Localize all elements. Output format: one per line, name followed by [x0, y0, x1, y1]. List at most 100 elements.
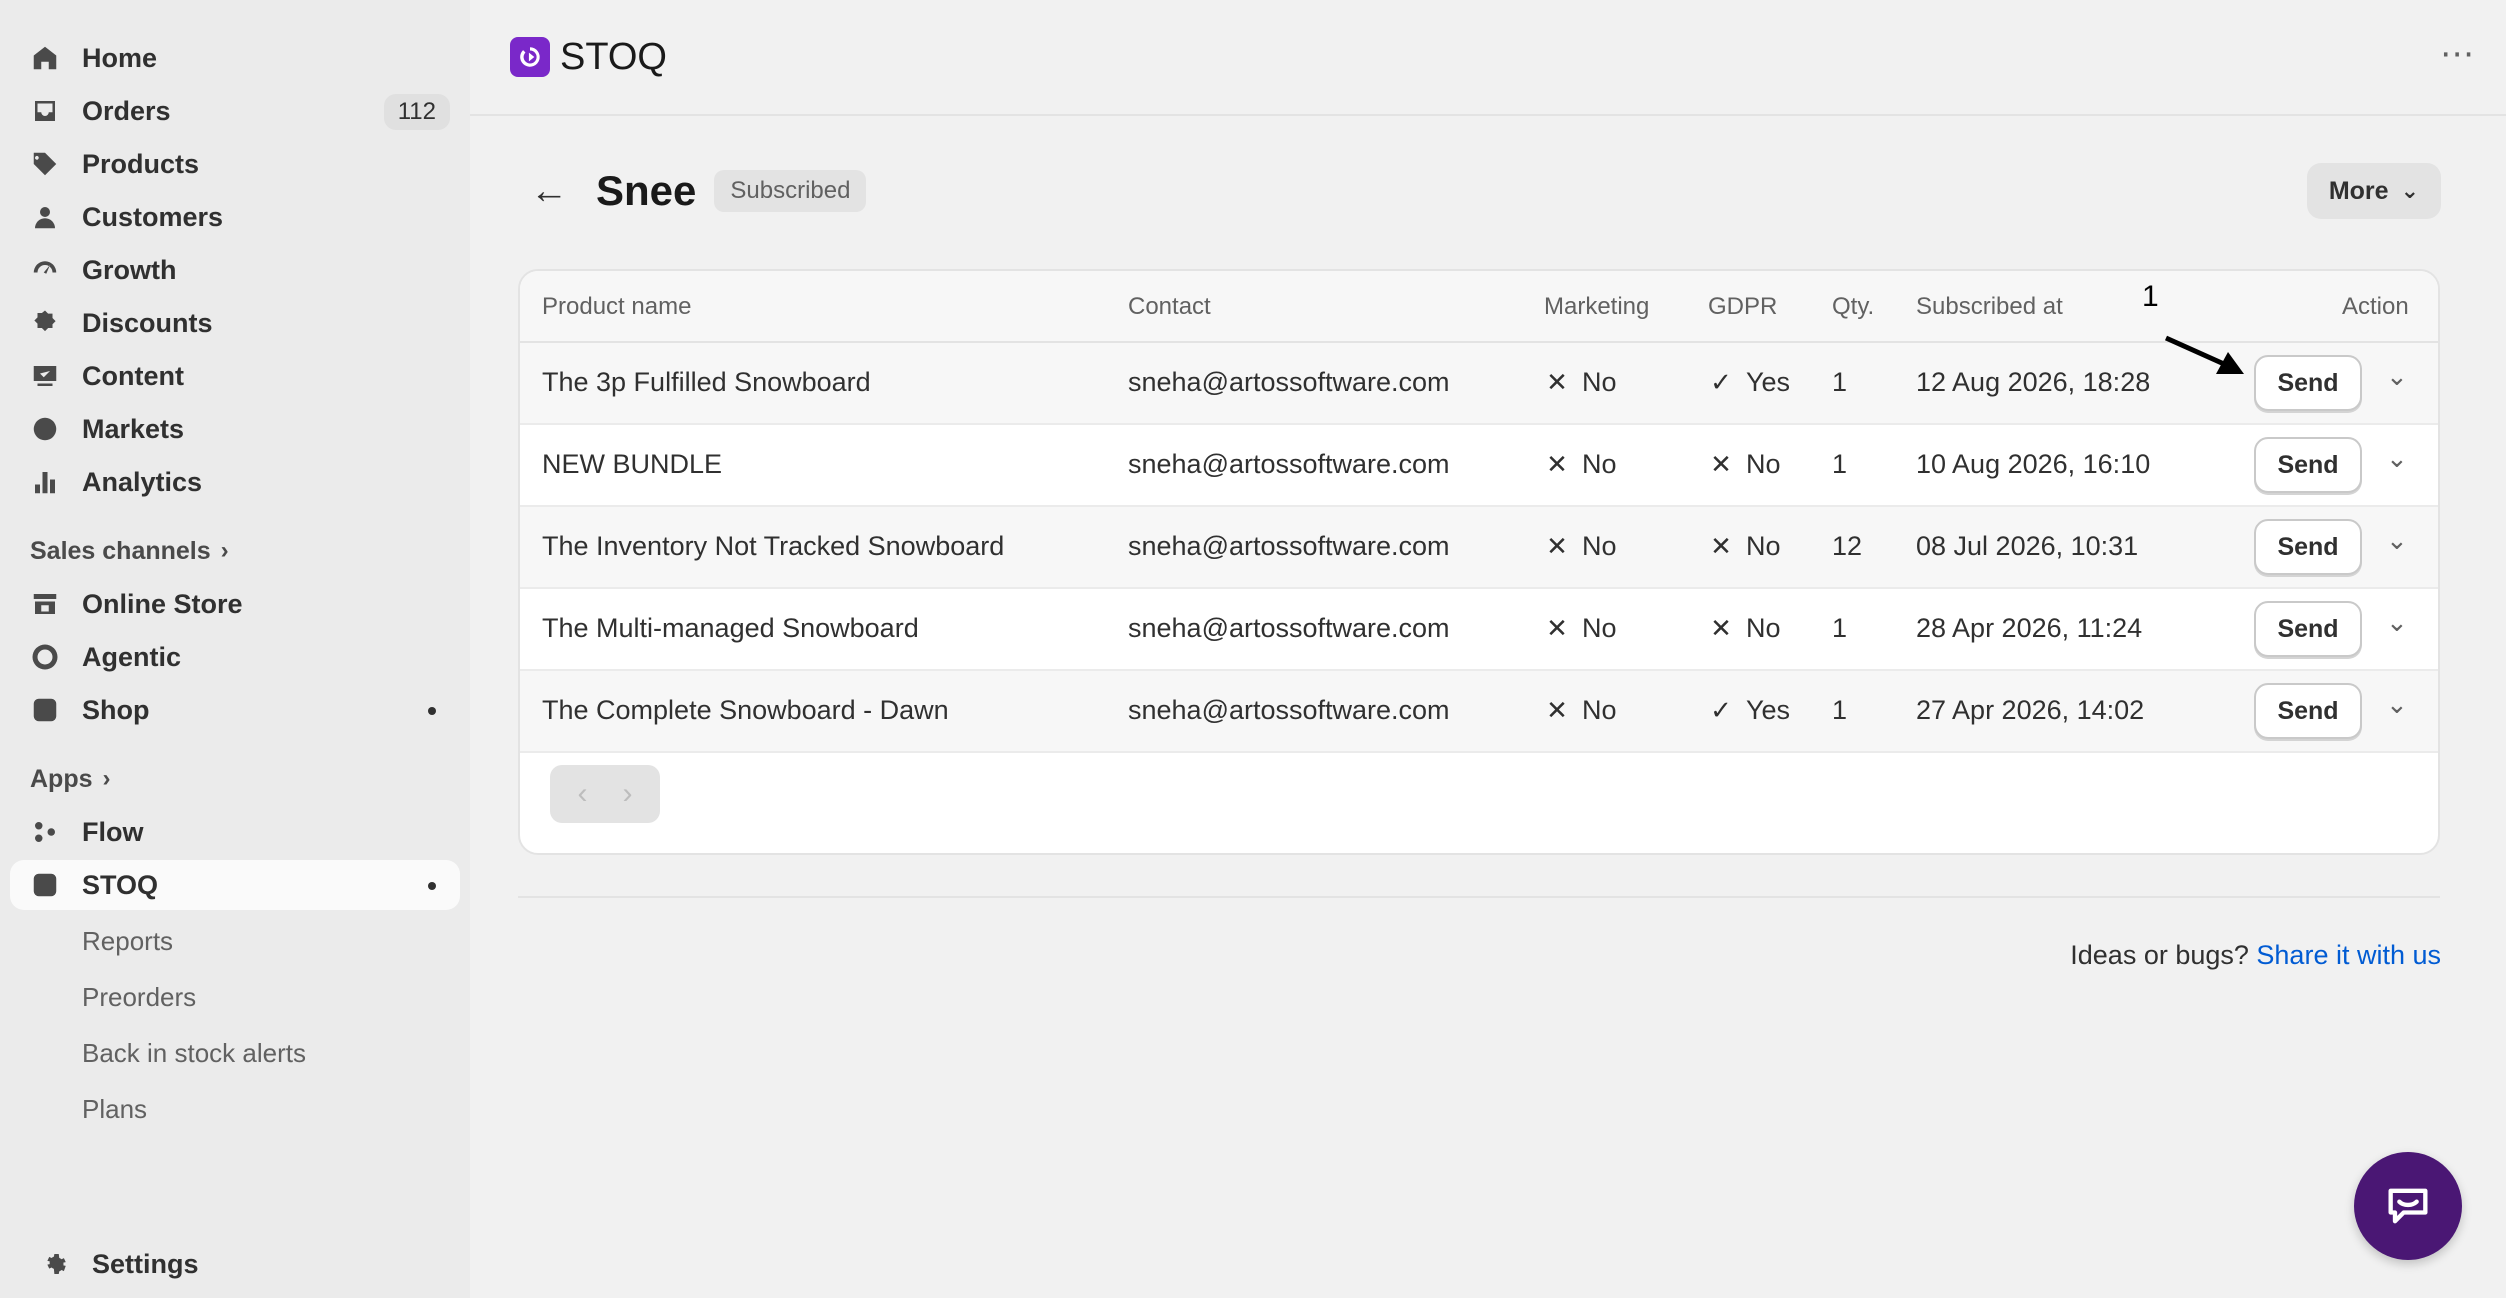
chat-button[interactable] — [2354, 1152, 2462, 1260]
orders-count-badge: 112 — [383, 94, 450, 130]
send-button[interactable]: Send — [2254, 601, 2362, 657]
page-title: Snee — [596, 167, 697, 214]
chevron-down-icon[interactable]: ⌄ — [2386, 525, 2408, 556]
chat-icon — [2388, 1188, 2428, 1224]
gdpr-cell: ✓ Yes — [1708, 695, 1790, 726]
sidebar-item-home[interactable]: Home — [10, 33, 460, 83]
sidebar-item-label: Markets — [82, 413, 185, 444]
marketing-cell-text: No — [1582, 449, 1617, 479]
store-icon — [30, 589, 60, 619]
sidebar-item-products[interactable]: Products — [10, 139, 460, 189]
marketing-cell: ✕ No — [1544, 695, 1617, 726]
sidebar-subitem-plans[interactable]: Plans — [0, 1081, 470, 1137]
column-header-contact: Contact — [1128, 293, 1211, 320]
sidebar-item-markets[interactable]: Markets — [10, 404, 460, 454]
sidebar-item-label: Discounts — [82, 307, 213, 338]
marketing-cell: ✕ No — [1544, 449, 1617, 480]
divider — [518, 896, 2440, 898]
chevron-down-icon[interactable]: ⌄ — [2386, 607, 2408, 638]
sidebar-item-shop[interactable]: Shop — [10, 685, 460, 735]
back-arrow-icon[interactable]: ← — [530, 170, 568, 213]
more-actions-icon[interactable]: ⋯ — [2440, 37, 2476, 71]
gear-icon — [40, 1249, 70, 1279]
apps-header[interactable]: Apps › — [0, 757, 470, 801]
chevron-down-icon[interactable]: ⌄ — [2386, 689, 2408, 720]
share-feedback-link[interactable]: Share it with us — [2256, 940, 2441, 970]
gdpr-cell: ✕ No — [1708, 449, 1781, 480]
sidebar-item-agentic[interactable]: Agentic — [10, 632, 460, 682]
sidebar-subitem-reports[interactable]: Reports — [0, 913, 470, 969]
pinned-dot-icon — [428, 707, 436, 715]
subscribed-at-cell: 27 Apr 2026, 14:02 — [1916, 695, 2145, 725]
status-badge: Subscribed — [714, 170, 867, 212]
next-page-button[interactable]: › — [623, 777, 633, 811]
qty-cell: 12 — [1832, 531, 1863, 561]
sales-channels-nav: Online Store Agentic Shop — [0, 579, 470, 735]
contact-cell: sneha@artossoftware.com — [1128, 531, 1450, 561]
subscribed-at-cell: 12 Aug 2026, 18:28 — [1916, 367, 2151, 397]
sidebar-item-customers[interactable]: Customers — [10, 192, 460, 242]
sidebar-item-label: Orders — [82, 95, 171, 126]
gdpr-cell: ✓ Yes — [1708, 367, 1790, 398]
contact-cell: sneha@artossoftware.com — [1128, 695, 1450, 725]
sidebar-item-label: Growth — [82, 254, 177, 285]
column-header-gdpr: GDPR — [1708, 293, 1778, 320]
sidebar-item-content[interactable]: Content — [10, 351, 460, 401]
qty-cell: 1 — [1832, 449, 1848, 479]
qty-cell: 1 — [1832, 367, 1848, 397]
send-button[interactable]: Send — [2254, 355, 2362, 411]
gdpr-cell-text: Yes — [1746, 695, 1791, 725]
sales-channels-header[interactable]: Sales channels › — [0, 529, 470, 573]
feedback-note: Ideas or bugs? Share it with us — [2070, 940, 2441, 971]
sidebar-item-flow[interactable]: Flow — [10, 807, 460, 857]
check-icon: ✓ — [1710, 695, 1732, 725]
send-button[interactable]: Send — [2254, 437, 2362, 493]
marketing-cell: ✕ No — [1544, 531, 1616, 562]
product-name-cell: NEW BUNDLE — [542, 449, 723, 479]
gdpr-cell: ✕ No — [1708, 531, 1780, 562]
gdpr-cell-text: Yes — [1746, 367, 1791, 397]
sidebar-item-online-store[interactable]: Online Store — [10, 579, 460, 629]
sidebar-item-discounts[interactable]: Discounts — [10, 298, 460, 348]
sidebar-item-label: Home — [82, 42, 158, 73]
chevron-down-icon: ⌄ — [2400, 178, 2419, 203]
tag-icon — [30, 149, 60, 179]
feedback-prompt: Ideas or bugs? — [2070, 940, 2249, 970]
pinned-dot-icon — [428, 882, 436, 890]
sidebar-item-label: Analytics — [82, 466, 203, 497]
x-icon: ✕ — [1710, 449, 1732, 479]
more-button[interactable]: More ⌄ — [2306, 163, 2441, 219]
x-icon: ✕ — [1546, 531, 1568, 561]
sidebar-item-settings[interactable]: Settings — [20, 1239, 450, 1289]
qty-cell: 1 — [1832, 613, 1848, 643]
bar-chart-icon — [30, 467, 60, 497]
chevron-down-icon[interactable]: ⌄ — [2386, 443, 2408, 474]
marketing-cell: ✕ No — [1544, 367, 1616, 398]
table-row: The Inventory Not Tracked Snowboard sneha… — [520, 507, 2438, 589]
inbox-icon — [30, 96, 60, 126]
send-button[interactable]: Send — [2254, 519, 2362, 575]
previous-page-button[interactable]: ‹ — [578, 777, 588, 811]
sidebar-item-analytics[interactable]: Analytics — [10, 457, 460, 507]
apps-nav: Flow STOQ — [0, 807, 470, 910]
gdpr-cell-text: No — [1746, 449, 1781, 479]
marketing-cell-text: No — [1582, 695, 1617, 725]
sidebar-item-label: Online Store — [82, 588, 243, 619]
contact-cell: sneha@artossoftware.com — [1128, 367, 1450, 397]
chevron-down-icon[interactable]: ⌄ — [2386, 361, 2408, 392]
sidebar-item-label: STOQ — [82, 869, 159, 900]
apps-label: Apps — [30, 764, 93, 793]
app-header: STOQ ⋯ — [470, 0, 2506, 116]
product-name-cell: The Inventory Not Tracked Snowboard — [542, 531, 1005, 561]
sidebar-subitem-back-in-stock-alerts[interactable]: Back in stock alerts — [0, 1025, 470, 1081]
send-button[interactable]: Send — [2254, 683, 2362, 739]
sidebar-item-label: Products — [82, 148, 200, 179]
sidebar-item-growth[interactable]: Growth — [10, 245, 460, 295]
page-header: ← Snee Subscribed — [530, 160, 867, 222]
sidebar-subitem-preorders[interactable]: Preorders — [0, 969, 470, 1025]
pagination: ‹ › — [550, 765, 660, 823]
sidebar-item-orders[interactable]: Orders 112 — [10, 86, 460, 136]
sidebar-item-stoq[interactable]: STOQ — [10, 860, 460, 910]
x-icon: ✕ — [1546, 695, 1568, 725]
shop-icon — [30, 695, 60, 725]
